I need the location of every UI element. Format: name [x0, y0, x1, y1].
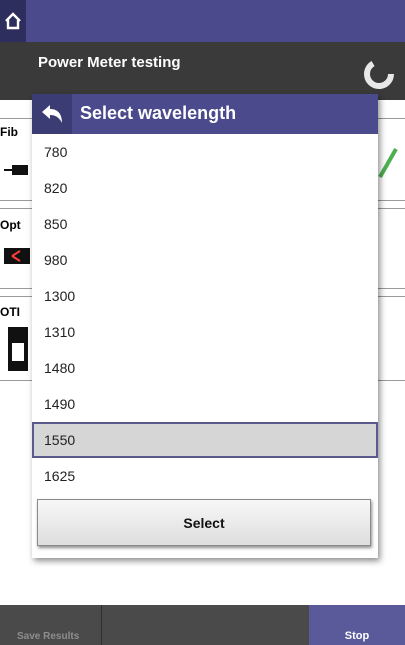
save-results-button[interactable]: Save Results	[0, 605, 102, 645]
page-title: Power Meter testing	[38, 54, 181, 71]
wavelength-option-1490[interactable]: 1490	[32, 386, 378, 422]
app-header: Power Meter testing	[0, 42, 405, 100]
otdr-device-icon	[8, 327, 28, 371]
wavelength-option-1300[interactable]: 1300	[32, 278, 378, 314]
section-label-optical: Opt	[0, 218, 21, 232]
dialog-title: Select wavelength	[80, 103, 237, 123]
wavelength-option-980[interactable]: 980	[32, 242, 378, 278]
stop-button[interactable]: Stop	[309, 605, 405, 645]
wavelength-option-1310[interactable]: 1310	[32, 314, 378, 350]
optical-source-icon	[4, 248, 30, 264]
wavelength-option-1480[interactable]: 1480	[32, 350, 378, 386]
bottom-bar: Save Results Stop	[0, 605, 405, 645]
wavelength-option-1625[interactable]: 1625	[32, 458, 378, 494]
section-label-fiber: Fib	[0, 125, 18, 139]
select-button[interactable]: Select	[37, 499, 371, 546]
loading-spinner-icon	[364, 59, 394, 89]
home-button[interactable]	[0, 0, 26, 42]
wavelength-option-1550[interactable]: 1550	[32, 422, 378, 458]
wavelength-list: 780 820 850 980 1300 1310 1480 1490 1550…	[32, 134, 378, 494]
wavelength-option-820[interactable]: 820	[32, 170, 378, 206]
section-label-otdr: OTI	[0, 305, 20, 319]
back-arrow-icon	[42, 105, 62, 123]
wavelength-option-850[interactable]: 850	[32, 206, 378, 242]
wavelength-option-780[interactable]: 780	[32, 134, 378, 170]
fiber-connector-icon	[4, 165, 28, 175]
top-bar	[0, 0, 405, 42]
home-icon	[5, 12, 21, 30]
dialog-header: Select wavelength	[32, 94, 378, 134]
check-icon	[378, 148, 398, 178]
back-button[interactable]	[32, 94, 72, 134]
select-wavelength-dialog: Select wavelength 780 820 850 980 1300 1…	[32, 94, 378, 558]
